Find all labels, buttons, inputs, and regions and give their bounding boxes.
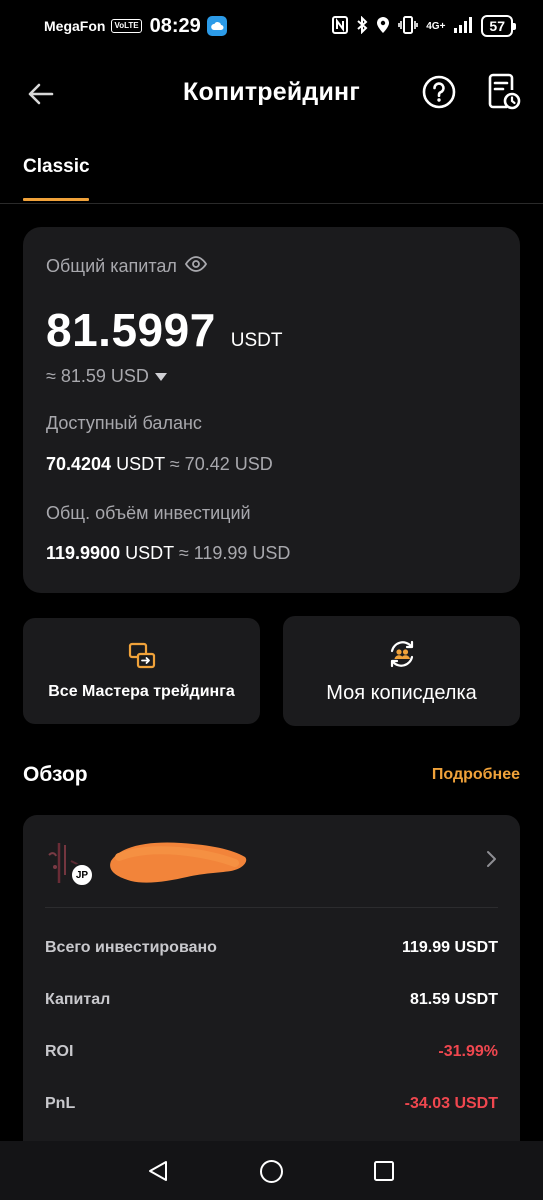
redaction-scribble — [105, 831, 250, 887]
stat-row-pnl: PnL -34.03 USDT — [45, 1092, 498, 1116]
currency-selector[interactable]: ≈ 81.59 USD — [46, 366, 167, 387]
nav-recents-button[interactable] — [373, 1160, 395, 1187]
location-icon — [376, 16, 390, 37]
total-capital-row: Общий капитал — [46, 256, 207, 277]
cloud-app-icon — [206, 16, 227, 36]
total-investment-usd: ≈ 119.99 USD — [178, 543, 291, 563]
clock: 08:29 — [149, 14, 201, 37]
stat-row-roi: ROI -31.99% — [45, 1040, 498, 1064]
system-nav-bar — [0, 1141, 543, 1200]
all-masters-button[interactable]: Все Мастера трейдинга — [23, 618, 260, 724]
nav-back-button[interactable] — [146, 1159, 170, 1188]
nfc-icon — [332, 15, 349, 37]
total-capital-usd: ≈ 81.59 USD — [46, 366, 149, 386]
chevron-right-icon — [486, 849, 498, 874]
network-type: 4G+ — [426, 20, 446, 32]
copy-sync-icon — [390, 640, 413, 667]
available-balance-label: Доступный баланс — [46, 413, 202, 433]
overview-card: JP Всего инвестировано 119.99 USDT Капит… — [23, 815, 520, 1160]
stat-value: -34.03 USDT — [404, 1095, 498, 1112]
available-balance-value: 70.4204 — [46, 454, 112, 474]
stat-label: PnL — [45, 1095, 76, 1112]
stat-row-capital: Капитал 81.59 USDT — [45, 988, 498, 1012]
carrier-name: MegaFon — [44, 18, 106, 34]
trader-badge: JP — [70, 863, 94, 887]
overview-more-link[interactable]: Подробнее — [432, 766, 520, 784]
page-title: Копитрейдинг — [183, 78, 360, 106]
active-tab-indicator — [23, 198, 89, 201]
total-investment-label: Общ. объём инвестиций — [46, 503, 251, 523]
stat-label: Всего инвестировано — [45, 939, 217, 956]
document-clock-icon — [488, 73, 521, 110]
battery-indicator: 57 — [481, 15, 516, 37]
stat-label: ROI — [45, 1043, 74, 1060]
square-recents-icon — [374, 1161, 394, 1181]
swap-arrows-icon — [128, 642, 155, 669]
stat-value: 81.59 USDT — [409, 991, 498, 1008]
my-copytrade-button[interactable]: Моя кописделка — [283, 616, 520, 726]
volte-badge: VoLTE — [111, 19, 142, 33]
all-masters-label: Все Мастера трейдинга — [48, 683, 235, 700]
stat-value: -31.99% — [438, 1043, 498, 1060]
app-header: Копитрейдинг — [0, 62, 543, 124]
available-balance-unit: USDT — [116, 454, 165, 474]
bluetooth-icon — [356, 15, 368, 37]
tab-bar: Classic — [0, 150, 543, 204]
total-investment-value: 119.9900 — [46, 543, 121, 563]
total-capital-unit: USDT — [230, 330, 283, 351]
divider — [45, 907, 498, 908]
available-balance-row: 70.4204 USDT ≈ 70.42 USD — [46, 454, 273, 475]
vibrate-icon — [398, 15, 419, 37]
triangle-back-icon — [149, 1161, 167, 1181]
status-bar: MegaFon VoLTE 08:29 4G+ 57 — [0, 0, 543, 52]
caret-down-icon — [154, 372, 167, 381]
total-investment-unit: USDT — [125, 543, 174, 563]
overview-title: Обзор — [23, 763, 88, 786]
total-capital-label: Общий капитал — [46, 256, 177, 276]
circle-home-icon — [260, 1160, 283, 1183]
stat-row-total-invested: Всего инвестировано 119.99 USDT — [45, 936, 498, 960]
total-capital-value-row: 81.5997 USDT — [46, 303, 283, 357]
eye-icon[interactable] — [184, 256, 207, 277]
nav-home-button[interactable] — [259, 1159, 284, 1189]
trader-row[interactable]: JP — [23, 815, 520, 907]
signal-icon — [453, 16, 473, 37]
asset-summary-card: Общий капитал 81.5997 USDT ≈ 81.59 USD Д… — [23, 227, 520, 593]
tab-classic[interactable]: Classic — [23, 156, 90, 178]
question-icon — [422, 75, 456, 109]
total-investment-row: 119.9900 USDT ≈ 119.99 USD — [46, 543, 290, 564]
available-balance-usd: ≈ 70.42 USD — [169, 454, 273, 474]
order-history-button[interactable] — [485, 72, 521, 112]
my-copytrade-label: Моя кописделка — [326, 681, 477, 704]
stat-value: 119.99 USDT — [401, 939, 498, 956]
stat-label: Капитал — [45, 991, 111, 1008]
help-button[interactable] — [421, 74, 457, 110]
total-capital-value: 81.5997 — [46, 304, 216, 356]
